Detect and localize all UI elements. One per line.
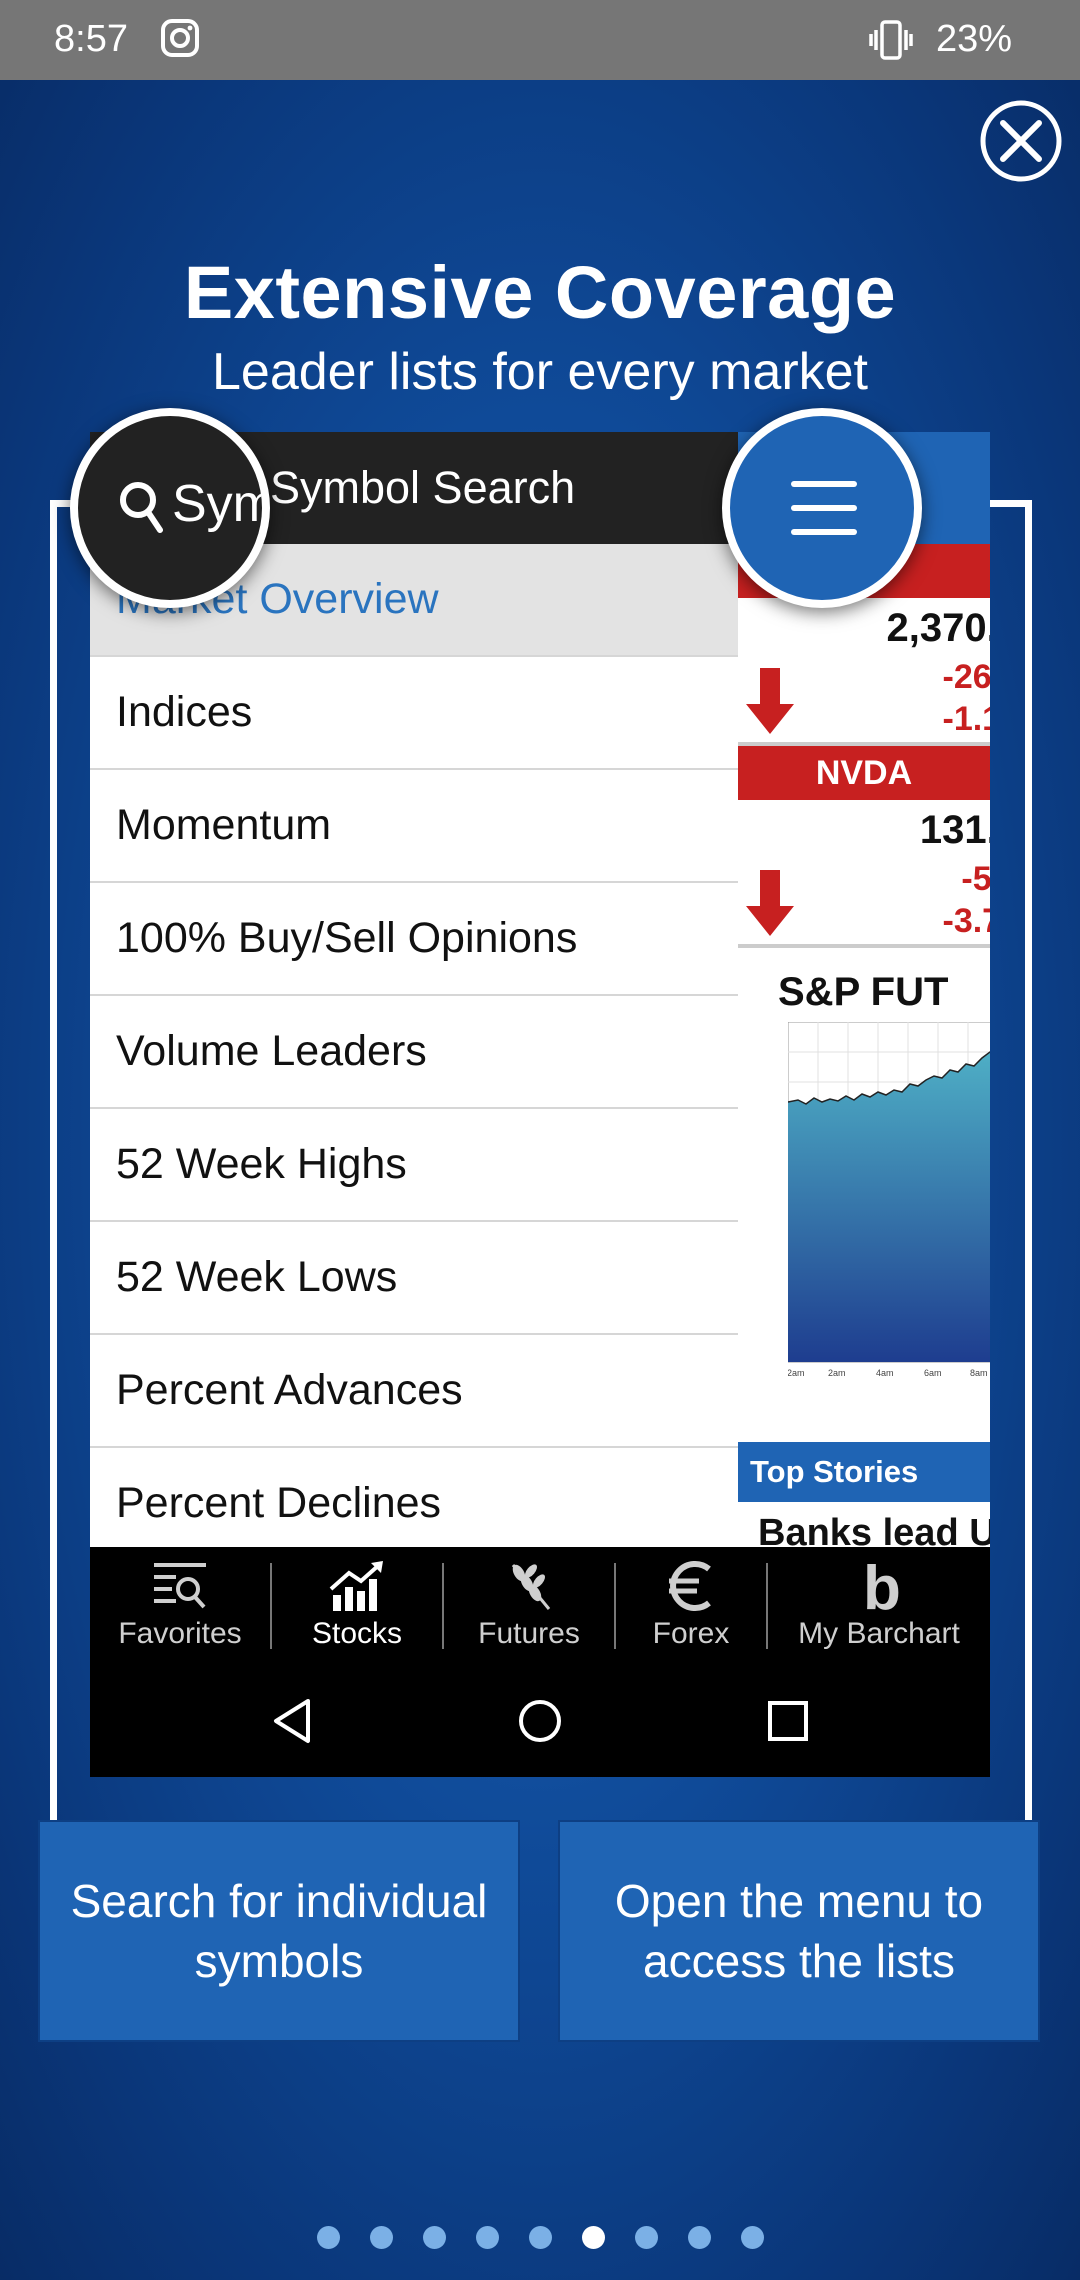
recents-icon[interactable] (764, 1697, 812, 1745)
favorites-icon (154, 1563, 206, 1609)
vibrate-icon (869, 20, 913, 60)
system-navigation (90, 1665, 990, 1777)
quote-percent: -1.12 (942, 700, 991, 738)
tab-forex[interactable]: Forex (616, 1547, 766, 1665)
quote-change: -5.1 (961, 860, 990, 898)
quote-symbol: NVDA (738, 746, 990, 800)
page-dot-active[interactable] (581, 2226, 605, 2249)
stocks-icon (329, 1561, 383, 1611)
menu-item-52-week-lows[interactable]: 52 Week Lows (90, 1222, 738, 1335)
battery-level: 23% (936, 18, 1013, 60)
page-dot[interactable] (422, 2226, 446, 2249)
mini-price-chart[interactable]: 12am 2am 4am 6am 8am (788, 1022, 990, 1382)
pagination-dots (0, 2226, 1080, 2249)
chart-title: S&P FUT (778, 970, 949, 1014)
chart-tick: 8am (970, 1368, 988, 1378)
menu-item-indices[interactable]: Indices (90, 657, 738, 770)
status-bar: 8:57 23% (0, 0, 1080, 80)
page-dot[interactable] (369, 2226, 393, 2249)
close-icon[interactable] (978, 98, 1064, 184)
futures-icon (511, 1564, 551, 1610)
chart-tick: 12am (788, 1368, 805, 1378)
search-circle-text: Sym (172, 475, 270, 533)
svg-text:b: b (863, 1559, 901, 1613)
page-title: Extensive Coverage (183, 251, 897, 334)
down-arrow-icon (746, 668, 794, 734)
menu-item-percent-declines[interactable]: Percent Declines (90, 1448, 738, 1547)
page-dot[interactable] (740, 2226, 764, 2249)
menu-item-percent-advances[interactable]: Percent Advances (90, 1335, 738, 1448)
page-dot[interactable] (634, 2226, 658, 2249)
instagram-icon (161, 19, 199, 57)
main-screen-peek: FUT 2,370.2 -26.7 -1.12 NVDA 131.0 -5.1 … (738, 432, 990, 1547)
tab-my-barchart[interactable]: b My Barchart (768, 1547, 990, 1665)
euro-icon (669, 1561, 711, 1611)
search-icon (120, 482, 163, 533)
tab-label: Favorites (118, 1617, 242, 1650)
page-dot[interactable] (316, 2226, 340, 2249)
menu-item-volume-leaders[interactable]: Volume Leaders (90, 996, 738, 1109)
barchart-b-icon: b (863, 1559, 901, 1613)
tab-label: Forex (652, 1617, 730, 1650)
page-subtitle: Leader lists for every market (211, 343, 869, 401)
menu-item-buy-sell-opinions[interactable]: 100% Buy/Sell Opinions (90, 883, 738, 996)
chart-tick: 4am (876, 1368, 894, 1378)
callout-open-menu: Open the menu to access the lists (558, 1820, 1040, 2042)
bottom-navigation: Favorites Stocks Futures Forex b My Barc… (90, 1547, 990, 1777)
tab-favorites[interactable]: Favorites (90, 1547, 270, 1665)
home-icon[interactable] (516, 1697, 564, 1745)
tab-label: My Barchart (798, 1617, 960, 1650)
menu-highlight-circle[interactable] (722, 408, 922, 608)
page-dot[interactable] (475, 2226, 499, 2249)
symbol-search-label: Symbol Search (270, 462, 576, 513)
quote-price: 2,370.2 (886, 606, 990, 650)
quote-change: -26.7 (942, 658, 991, 696)
tab-futures[interactable]: Futures (444, 1547, 614, 1665)
callout-search-symbols: Search for individual symbols (38, 1820, 520, 2042)
quote-card[interactable]: NVDA 131.0 -5.1 -3.79 (738, 746, 990, 948)
top-stories-header: Top Stories (738, 1442, 990, 1502)
page-dot[interactable] (528, 2226, 552, 2249)
tab-stocks[interactable]: Stocks (272, 1547, 442, 1665)
tab-label: Futures (478, 1617, 580, 1650)
hamburger-menu-icon (791, 481, 857, 535)
tab-bar: Favorites Stocks Futures Forex b My Barc… (90, 1547, 990, 1665)
quote-percent: -3.79 (942, 902, 991, 940)
chart-tick: 2am (828, 1368, 846, 1378)
menu-item-52-week-highs[interactable]: 52 Week Highs (90, 1109, 738, 1222)
down-arrow-icon (746, 870, 794, 936)
back-icon[interactable] (268, 1697, 316, 1745)
story-headline[interactable]: Banks lead U (758, 1512, 990, 1547)
status-time: 8:57 (54, 18, 128, 60)
search-highlight-circle[interactable]: Sym (70, 408, 270, 608)
page-dot[interactable] (687, 2226, 711, 2249)
tab-label: Stocks (311, 1617, 403, 1650)
chart-tick: 6am (924, 1368, 942, 1378)
quote-price: 131.0 (919, 808, 990, 852)
menu-item-momentum[interactable]: Momentum (90, 770, 738, 883)
